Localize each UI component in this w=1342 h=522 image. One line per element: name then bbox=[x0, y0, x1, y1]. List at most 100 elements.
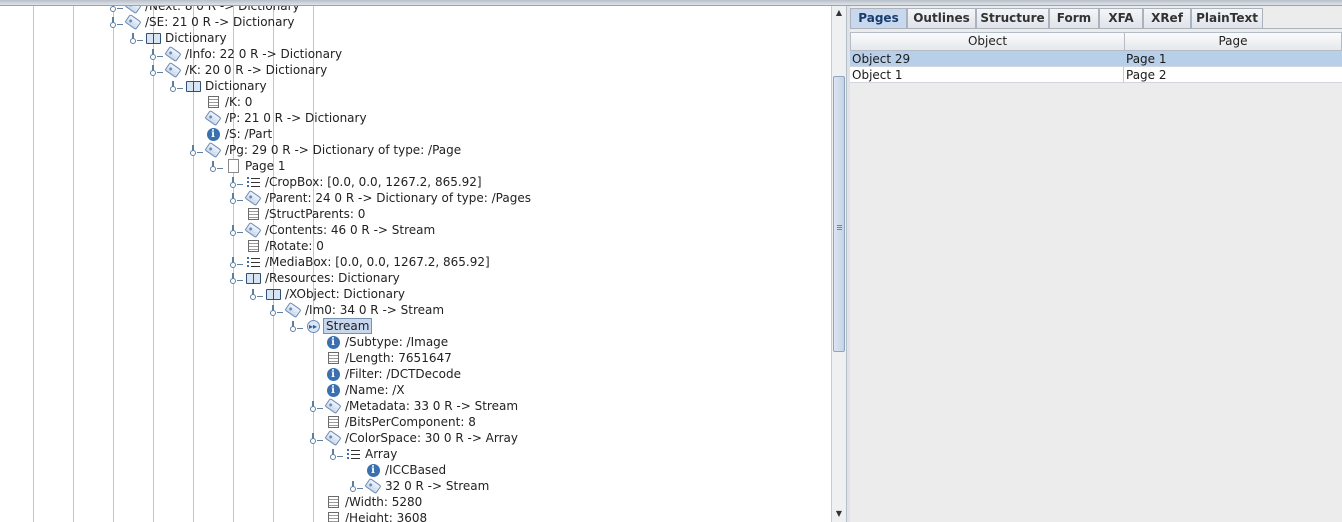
tree-node[interactable]: i/Name: /X bbox=[0, 382, 820, 398]
expand-toggle-icon[interactable] bbox=[308, 433, 323, 444]
tree-node-label[interactable]: /Width: 5280 bbox=[343, 494, 424, 510]
pdf-object-tree[interactable]: /Next: 8 0 R -> Dictionary/SE: 21 0 R ->… bbox=[0, 6, 831, 522]
tree-node-label[interactable]: /S: /Part bbox=[223, 126, 274, 142]
tree-node-label[interactable]: Page 1 bbox=[243, 158, 288, 174]
tab-form[interactable]: Form bbox=[1049, 8, 1099, 28]
tree-node-label[interactable]: /K: 20 0 R -> Dictionary bbox=[183, 62, 329, 78]
expand-toggle-icon[interactable] bbox=[148, 65, 163, 76]
tab-plaintext[interactable]: PlainText bbox=[1191, 8, 1263, 28]
expand-toggle-icon[interactable] bbox=[148, 49, 163, 60]
tree-node-label[interactable]: /Info: 22 0 R -> Dictionary bbox=[183, 46, 344, 62]
expand-toggle-icon[interactable] bbox=[228, 177, 243, 188]
tree-node[interactable]: /Next: 8 0 R -> Dictionary bbox=[0, 6, 820, 15]
expand-toggle-icon[interactable] bbox=[228, 225, 243, 236]
tree-node[interactable]: /Width: 5280 bbox=[0, 494, 820, 510]
column-header-object[interactable]: Object bbox=[851, 33, 1125, 50]
tree-node[interactable]: /Parent: 24 0 R -> Dictionary of type: /… bbox=[0, 189, 820, 207]
scrollbar-thumb[interactable] bbox=[833, 76, 845, 352]
tree-node[interactable]: Dictionary bbox=[0, 78, 820, 94]
tree-node-label[interactable]: /Parent: 24 0 R -> Dictionary of type: /… bbox=[263, 190, 533, 206]
tree-node-label[interactable]: /Metadata: 33 0 R -> Stream bbox=[343, 398, 520, 414]
expand-toggle-icon[interactable] bbox=[228, 257, 243, 268]
tab-xref[interactable]: XRef bbox=[1143, 8, 1191, 28]
table-row[interactable]: Object 29 Page 1 bbox=[850, 51, 1342, 67]
tree-node[interactable]: Array bbox=[0, 446, 820, 462]
tree-node[interactable]: ▸▸ Stream bbox=[0, 318, 820, 334]
tree-node-label[interactable]: /Contents: 46 0 R -> Stream bbox=[263, 222, 437, 238]
expand-toggle-icon[interactable] bbox=[348, 481, 363, 492]
tree-node[interactable]: /Contents: 46 0 R -> Stream bbox=[0, 221, 820, 239]
expand-toggle-icon[interactable] bbox=[308, 401, 323, 412]
tree-node[interactable]: Page 1 bbox=[0, 158, 820, 174]
tree-node-label[interactable]: /SE: 21 0 R -> Dictionary bbox=[143, 14, 297, 30]
table-row[interactable]: Object 1 Page 2 bbox=[850, 67, 1342, 83]
tab-pages[interactable]: Pages bbox=[850, 8, 907, 29]
tab-xfa[interactable]: XFA bbox=[1099, 8, 1143, 28]
tree-node[interactable]: /ColorSpace: 30 0 R -> Array bbox=[0, 429, 820, 447]
expand-toggle-icon[interactable] bbox=[168, 81, 183, 92]
expand-toggle-icon[interactable] bbox=[268, 305, 283, 316]
tree-node-label[interactable]: /Height: 3608 bbox=[343, 510, 429, 522]
expand-toggle-icon[interactable] bbox=[228, 273, 243, 284]
tree-node-label[interactable]: /Filter: /DCTDecode bbox=[343, 366, 463, 382]
tree-node[interactable]: /Resources: Dictionary bbox=[0, 270, 820, 286]
tree-node-label[interactable]: /Pg: 29 0 R -> Dictionary of type: /Page bbox=[223, 142, 463, 158]
tree-node-label[interactable]: /Im0: 34 0 R -> Stream bbox=[303, 302, 446, 318]
tree-node[interactable]: i/Filter: /DCTDecode bbox=[0, 366, 820, 382]
tree-node[interactable]: /Im0: 34 0 R -> Stream bbox=[0, 301, 820, 319]
tree-node[interactable]: Dictionary bbox=[0, 30, 820, 46]
tab-outlines[interactable]: Outlines bbox=[907, 8, 976, 28]
tree-node-label[interactable]: /MediaBox: [0.0, 0.0, 1267.2, 865.92] bbox=[263, 254, 492, 270]
tree-node-label[interactable]: /StructParents: 0 bbox=[263, 206, 367, 222]
expand-toggle-icon[interactable] bbox=[228, 193, 243, 204]
tree-node-label[interactable]: /Length: 7651647 bbox=[343, 350, 454, 366]
tree-node-label[interactable]: Dictionary bbox=[203, 78, 269, 94]
column-header-page[interactable]: Page bbox=[1125, 33, 1341, 50]
tree-node[interactable]: /Pg: 29 0 R -> Dictionary of type: /Page bbox=[0, 141, 820, 159]
tree-node[interactable]: /K: 20 0 R -> Dictionary bbox=[0, 61, 820, 79]
tree-node[interactable]: i/ICCBased bbox=[0, 462, 820, 478]
tree-node[interactable]: /Length: 7651647 bbox=[0, 350, 820, 366]
expand-toggle-icon[interactable] bbox=[328, 449, 343, 460]
tree-node[interactable]: /Rotate: 0 bbox=[0, 238, 820, 254]
tree-node-label[interactable]: /Resources: Dictionary bbox=[263, 270, 402, 286]
tree-node[interactable]: /Info: 22 0 R -> Dictionary bbox=[0, 45, 820, 63]
expand-toggle-icon[interactable] bbox=[128, 33, 143, 44]
expand-toggle-icon[interactable] bbox=[108, 17, 123, 28]
tree-node[interactable]: /Height: 3608 bbox=[0, 510, 820, 522]
tree-node[interactable]: /SE: 21 0 R -> Dictionary bbox=[0, 13, 820, 31]
tree-node[interactable]: i/S: /Part bbox=[0, 126, 820, 142]
tree-node-label[interactable]: 32 0 R -> Stream bbox=[383, 478, 491, 494]
tree-node[interactable]: /BitsPerComponent: 8 bbox=[0, 414, 820, 430]
expand-toggle-icon[interactable] bbox=[288, 321, 303, 332]
scroll-down-arrow-icon[interactable]: ▼ bbox=[834, 509, 844, 519]
tree-node[interactable]: /CropBox: [0.0, 0.0, 1267.2, 865.92] bbox=[0, 174, 820, 190]
tree-node-label[interactable]: /ICCBased bbox=[383, 462, 448, 478]
tree-node-label[interactable]: /XObject: Dictionary bbox=[283, 286, 407, 302]
tree-node[interactable]: /StructParents: 0 bbox=[0, 206, 820, 222]
tree-node-label[interactable]: /ColorSpace: 30 0 R -> Array bbox=[343, 430, 520, 446]
expand-toggle-icon[interactable] bbox=[108, 6, 123, 12]
expand-toggle-icon[interactable] bbox=[208, 161, 223, 172]
tree-node[interactable]: /Metadata: 33 0 R -> Stream bbox=[0, 397, 820, 415]
expand-toggle-icon[interactable] bbox=[188, 145, 203, 156]
tree-node-label[interactable]: Dictionary bbox=[163, 30, 229, 46]
tree-node-label[interactable]: /Subtype: /Image bbox=[343, 334, 450, 350]
tree-node-label[interactable]: /P: 21 0 R -> Dictionary bbox=[223, 110, 369, 126]
tree-node[interactable]: /XObject: Dictionary bbox=[0, 286, 820, 302]
tree-node[interactable]: /K: 0 bbox=[0, 94, 820, 110]
tree-node[interactable]: 32 0 R -> Stream bbox=[0, 477, 820, 495]
tree-node-label[interactable]: Stream bbox=[323, 318, 373, 334]
tab-structure[interactable]: Structure bbox=[976, 8, 1049, 28]
tree-node-label[interactable]: /CropBox: [0.0, 0.0, 1267.2, 865.92] bbox=[263, 174, 484, 190]
tree-node[interactable]: i/Subtype: /Image bbox=[0, 334, 820, 350]
tree-node[interactable]: /MediaBox: [0.0, 0.0, 1267.2, 865.92] bbox=[0, 254, 820, 270]
tree-node[interactable]: /P: 21 0 R -> Dictionary bbox=[0, 109, 820, 127]
tree-node-label[interactable]: /Next: 8 0 R -> Dictionary bbox=[143, 6, 302, 14]
tree-node-label[interactable]: Array bbox=[363, 446, 399, 462]
expand-toggle-icon[interactable] bbox=[248, 289, 263, 300]
tree-node-label[interactable]: /Rotate: 0 bbox=[263, 238, 326, 254]
scroll-up-arrow-icon[interactable]: ▲ bbox=[834, 8, 844, 18]
tree-vertical-scrollbar[interactable]: ▲ ▼ bbox=[831, 6, 846, 522]
tree-node-label[interactable]: /Name: /X bbox=[343, 382, 407, 398]
